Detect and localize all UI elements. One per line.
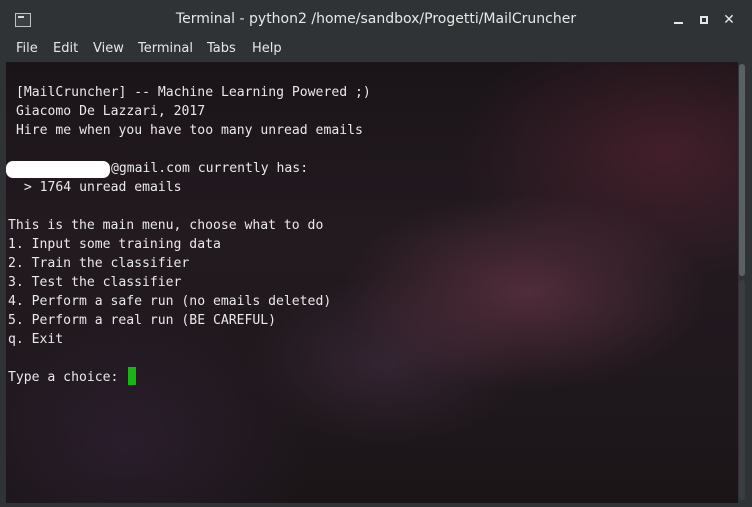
redacted-email-username (6, 161, 110, 178)
menu-option-2: 2. Train the classifier (8, 256, 190, 271)
menu-terminal[interactable]: Terminal (138, 41, 193, 56)
terminal-output[interactable]: [MailCruncher] -- Machine Learning Power… (6, 62, 738, 503)
banner-line-2: Giacomo De Lazzari, 2017 (16, 104, 206, 119)
minimize-button[interactable] (668, 10, 688, 30)
scrollbar-thumb[interactable] (739, 64, 745, 276)
title-bar[interactable]: Terminal - python2 /home/sandbox/Progett… (0, 0, 752, 38)
menu-option-1: 1. Input some training data (8, 237, 221, 252)
maximize-icon (700, 16, 708, 24)
choice-prompt: Type a choice: (8, 370, 127, 385)
menu-tabs[interactable]: Tabs (207, 41, 236, 56)
terminal-window: Terminal - python2 /home/sandbox/Progett… (0, 0, 752, 507)
menu-title-line: This is the main menu, choose what to do (8, 218, 324, 233)
menu-view[interactable]: View (93, 41, 124, 56)
menu-file[interactable]: File (16, 41, 38, 56)
menu-option-3: 3. Test the classifier (8, 275, 182, 290)
scrollbar-lower[interactable] (739, 280, 745, 500)
menu-edit[interactable]: Edit (53, 41, 78, 56)
menu-option-exit: q. Exit (8, 332, 64, 347)
email-status-line: @gmail.com currently has: (111, 161, 309, 176)
menu-option-4: 4. Perform a safe run (no emails deleted… (8, 294, 332, 309)
minimize-icon (673, 22, 683, 24)
menu-bar: File Edit View Terminal Tabs Help (0, 38, 752, 62)
banner-line-3: Hire me when you have too many unread em… (16, 123, 363, 138)
text-cursor[interactable] (128, 367, 136, 385)
window-title: Terminal - python2 /home/sandbox/Progett… (175, 11, 577, 27)
banner-line-1: [MailCruncher] -- Machine Learning Power… (16, 85, 371, 100)
close-icon: ✕ (723, 12, 735, 28)
unread-count-line: > 1764 unread emails (16, 180, 182, 195)
menu-help[interactable]: Help (252, 41, 282, 56)
close-button[interactable]: ✕ (719, 10, 739, 30)
menu-option-5: 5. Perform a real run (BE CAREFUL) (8, 313, 277, 328)
maximize-button[interactable] (694, 10, 714, 30)
